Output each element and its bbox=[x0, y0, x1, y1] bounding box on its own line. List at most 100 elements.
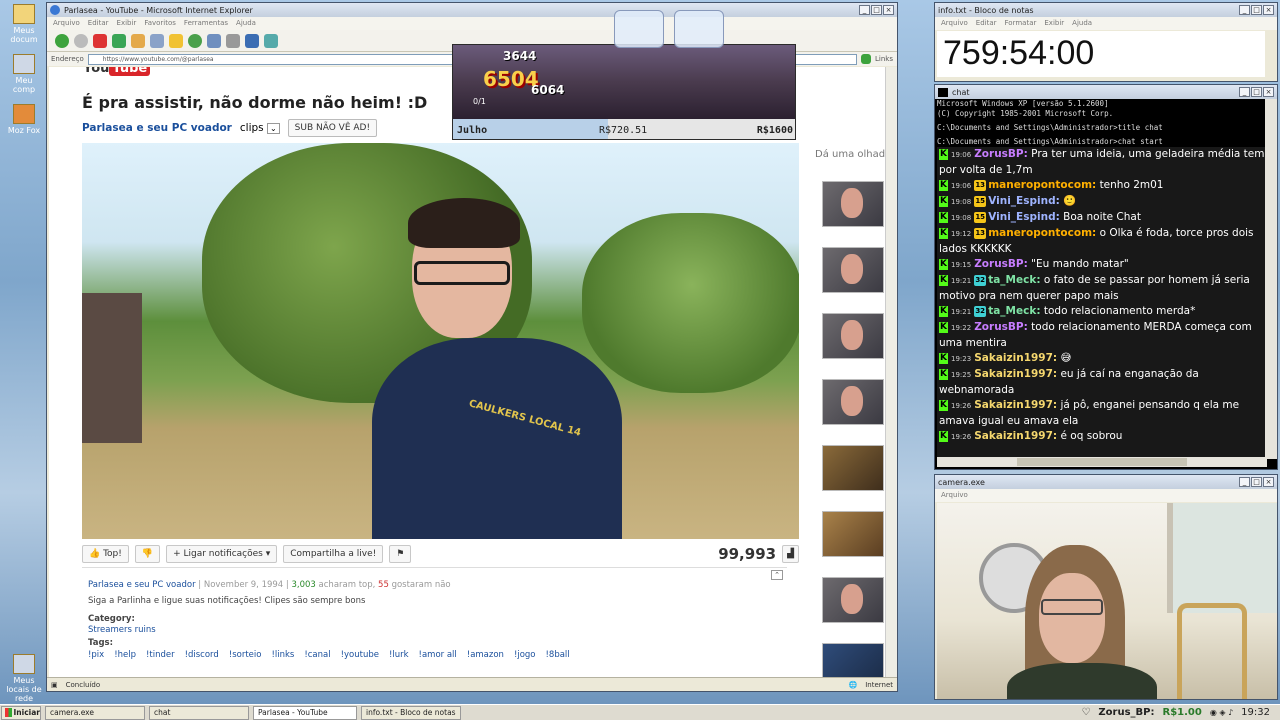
taskbar-item-youtube[interactable]: Parlasea - YouTube bbox=[253, 705, 357, 720]
chat-titlebar[interactable]: chat _ □ × bbox=[935, 85, 1277, 99]
related-video-thumbnail[interactable] bbox=[822, 445, 884, 491]
tag[interactable]: !amor all bbox=[419, 650, 457, 660]
search-icon[interactable] bbox=[150, 33, 164, 48]
message-username[interactable]: ZorusBP: bbox=[974, 321, 1028, 333]
tag[interactable]: !8ball bbox=[546, 650, 570, 660]
close-button[interactable]: × bbox=[1263, 5, 1274, 15]
related-video-thumbnail[interactable] bbox=[822, 643, 884, 679]
menu-arquivo[interactable]: Arquivo bbox=[941, 19, 968, 28]
tag[interactable]: !amazon bbox=[467, 650, 504, 660]
start-button[interactable]: Iniciar bbox=[1, 705, 41, 720]
related-video-thumbnail[interactable] bbox=[822, 577, 884, 623]
taskbar-item-chat[interactable]: chat bbox=[149, 705, 249, 720]
notepad-titlebar[interactable]: info.txt - Bloco de notas _ □ × bbox=[935, 3, 1277, 17]
stop-icon[interactable] bbox=[93, 33, 107, 48]
history-icon[interactable] bbox=[188, 33, 202, 48]
menu-arquivo[interactable]: Arquivo bbox=[941, 491, 968, 500]
go-icon[interactable] bbox=[861, 54, 872, 64]
message-username[interactable]: ta_Meck: bbox=[988, 274, 1040, 286]
desc-channel-link[interactable]: Parlasea e seu PC voador bbox=[88, 580, 196, 590]
tag[interactable]: !tinder bbox=[146, 650, 175, 660]
maximize-button[interactable]: □ bbox=[1251, 87, 1262, 97]
print-icon[interactable] bbox=[226, 33, 240, 48]
desktop-icon-documents[interactable]: Meus docum bbox=[4, 4, 44, 44]
vertical-scrollbar[interactable] bbox=[885, 67, 897, 679]
scroll-thumb[interactable] bbox=[1017, 458, 1187, 466]
notifications-button[interactable]: + Ligar notificações ▾ bbox=[166, 545, 278, 563]
taskbar-item-camera[interactable]: camera.exe bbox=[45, 705, 145, 720]
tag[interactable]: !sorteio bbox=[229, 650, 262, 660]
message-username[interactable]: Sakaizin1997: bbox=[974, 399, 1057, 411]
forward-icon[interactable] bbox=[74, 33, 88, 48]
flag-button[interactable]: ⚑ bbox=[389, 545, 412, 563]
tag[interactable]: !jogo bbox=[514, 650, 536, 660]
close-button[interactable]: × bbox=[1263, 477, 1274, 487]
collapse-icon[interactable]: ⌃ bbox=[771, 570, 783, 580]
tag[interactable]: !canal bbox=[304, 650, 330, 660]
menu-ajuda[interactable]: Ajuda bbox=[236, 19, 256, 28]
maximize-button[interactable]: □ bbox=[871, 5, 882, 15]
menu-formatar[interactable]: Formatar bbox=[1005, 19, 1037, 28]
links-label[interactable]: Links bbox=[875, 55, 893, 63]
menu-favoritos[interactable]: Favoritos bbox=[144, 19, 176, 28]
tag[interactable]: !help bbox=[114, 650, 136, 660]
close-button[interactable]: × bbox=[1263, 87, 1274, 97]
share-button[interactable]: Compartilha a live! bbox=[283, 545, 384, 563]
category-value[interactable]: Streamers ruins bbox=[88, 625, 156, 635]
refresh-icon[interactable] bbox=[112, 33, 126, 48]
related-video-thumbnail[interactable] bbox=[822, 379, 884, 425]
message-username[interactable]: Sakaizin1997: bbox=[974, 352, 1057, 364]
desktop-icon-computer[interactable]: Meu comp bbox=[4, 54, 44, 94]
quick-launch-icon[interactable] bbox=[614, 10, 664, 48]
tag[interactable]: !pix bbox=[88, 650, 104, 660]
youtube-logo[interactable]: You Tube bbox=[83, 67, 151, 76]
minimize-button[interactable]: _ bbox=[1239, 87, 1250, 97]
horizontal-scrollbar[interactable] bbox=[937, 457, 1267, 467]
vertical-scrollbar[interactable] bbox=[1265, 99, 1277, 459]
mail-icon[interactable] bbox=[207, 33, 221, 48]
camera-titlebar[interactable]: camera.exe _ □ × bbox=[935, 475, 1277, 489]
channel-link[interactable]: Parlasea e seu PC voador bbox=[82, 122, 232, 134]
dislike-button[interactable]: 👎 bbox=[134, 545, 161, 563]
related-video-thumbnail[interactable] bbox=[822, 181, 884, 227]
tray-icons[interactable]: ◉ ◈ ♪ bbox=[1210, 708, 1233, 717]
minimize-button[interactable]: _ bbox=[859, 5, 870, 15]
tag[interactable]: !discord bbox=[185, 650, 219, 660]
back-icon[interactable] bbox=[55, 33, 69, 48]
related-video-thumbnail[interactable] bbox=[822, 247, 884, 293]
favorites-icon[interactable] bbox=[169, 33, 183, 48]
maximize-button[interactable]: □ bbox=[1251, 5, 1262, 15]
home-icon[interactable] bbox=[131, 33, 145, 48]
close-button[interactable]: × bbox=[883, 5, 894, 15]
message-username[interactable]: maneropontocom: bbox=[988, 227, 1096, 239]
message-username[interactable]: ZorusBP: bbox=[974, 148, 1028, 160]
edit-icon[interactable] bbox=[245, 33, 259, 48]
ie-titlebar[interactable]: Parlasea - YouTube - Microsoft Internet … bbox=[47, 3, 897, 17]
tag[interactable]: !lurk bbox=[389, 650, 409, 660]
video-player[interactable]: CAULKERS LOCAL 14 bbox=[82, 143, 799, 539]
desktop-icon-firefox[interactable]: Moz Fox bbox=[4, 104, 44, 135]
maximize-button[interactable]: □ bbox=[1251, 477, 1262, 487]
quick-launch-icon[interactable] bbox=[674, 10, 724, 48]
message-username[interactable]: ZorusBP: bbox=[974, 258, 1028, 270]
tag[interactable]: !youtube bbox=[341, 650, 379, 660]
menu-editar[interactable]: Editar bbox=[88, 19, 109, 28]
menu-editar[interactable]: Editar bbox=[976, 19, 997, 28]
message-username[interactable]: Vini_Espind: bbox=[988, 195, 1060, 207]
message-username[interactable]: ta_Meck: bbox=[988, 305, 1040, 317]
menu-exibir[interactable]: Exibir bbox=[117, 19, 137, 28]
related-video-thumbnail[interactable] bbox=[822, 511, 884, 557]
subscribe-button[interactable]: SUB NÃO VÊ AD! bbox=[287, 119, 378, 137]
stats-button[interactable]: ▟ bbox=[782, 545, 799, 563]
minimize-button[interactable]: _ bbox=[1239, 477, 1250, 487]
related-video-thumbnail[interactable] bbox=[822, 313, 884, 359]
notepad-content[interactable]: 759:54:00 bbox=[937, 31, 1265, 77]
taskbar-item-notepad[interactable]: info.txt - Bloco de notas bbox=[361, 705, 461, 720]
menu-ferramentas[interactable]: Ferramentas bbox=[184, 19, 228, 28]
message-username[interactable]: maneropontocom: bbox=[988, 179, 1096, 191]
message-username[interactable]: Sakaizin1997: bbox=[974, 430, 1057, 442]
like-button[interactable]: 👍 Top! bbox=[82, 545, 129, 563]
message-username[interactable]: Sakaizin1997: bbox=[974, 368, 1057, 380]
messenger-icon[interactable] bbox=[264, 33, 278, 48]
minimize-button[interactable]: _ bbox=[1239, 5, 1250, 15]
